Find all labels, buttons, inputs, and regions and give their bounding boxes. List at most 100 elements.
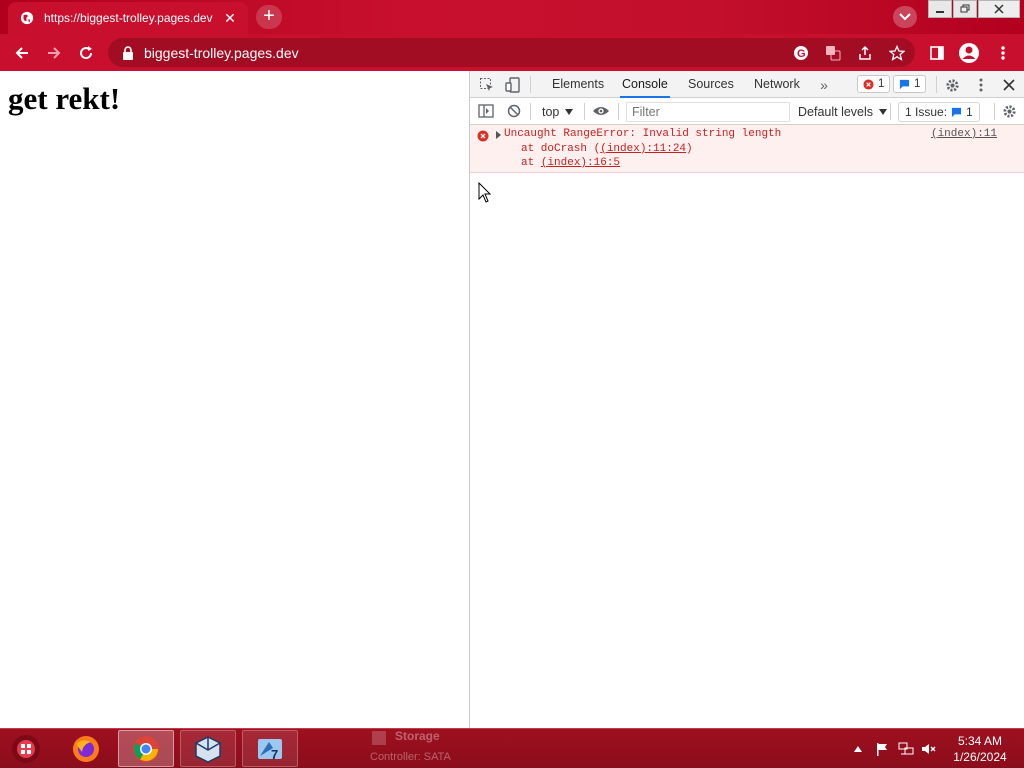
console-filter-input[interactable] xyxy=(626,102,790,122)
windows-taskbar: 7 Storage Controller: SATA 5:34 AM 1/26/… xyxy=(0,728,1024,768)
bookmark-star-icon[interactable] xyxy=(889,45,905,61)
error-count: 1 xyxy=(878,78,885,90)
chevron-down-icon xyxy=(899,13,911,21)
error-source-link[interactable]: (index):11 xyxy=(931,128,997,140)
forward-button[interactable] xyxy=(42,41,66,65)
tab-title: https://biggest-trolley.pages.dev xyxy=(44,11,213,25)
clock-date: 1/26/2024 xyxy=(953,750,1007,764)
error-count-badge[interactable]: 1 xyxy=(857,75,891,93)
stack-frame-2: at (index):16:5 xyxy=(521,157,620,169)
taskbar-firefox[interactable] xyxy=(58,730,114,767)
arrow-left-icon xyxy=(15,47,28,59)
share-icon[interactable] xyxy=(857,45,873,61)
start-button[interactable] xyxy=(6,731,46,767)
taskbar-virtualbox[interactable] xyxy=(180,730,236,767)
dropdown-arrow-icon xyxy=(565,109,574,115)
translate-icon[interactable] xyxy=(825,45,841,61)
restore-icon xyxy=(960,4,970,13)
console-error-message[interactable]: Uncaught RangeError: Invalid string leng… xyxy=(470,125,1024,173)
taskbar-chrome[interactable] xyxy=(118,730,174,767)
browser-titlebar: https://biggest-trolley.pages.dev ✕ + xyxy=(0,0,1024,34)
stack-frame-1: at doCrash ((index):11:24) xyxy=(521,143,693,155)
tab-network[interactable]: Network xyxy=(752,71,802,98)
start-orb-icon xyxy=(12,735,40,763)
action-center-flag-icon[interactable] xyxy=(874,741,890,757)
devtools-tab-bar: Elements Console Sources Network » 1 1 xyxy=(470,71,1024,98)
firefox-icon xyxy=(73,735,99,762)
lock-icon xyxy=(123,45,133,60)
sidebar-toggle-icon[interactable] xyxy=(477,102,495,120)
issues-button[interactable]: 1 Issue: 1 xyxy=(898,102,980,122)
browser-tab[interactable]: https://biggest-trolley.pages.dev ✕ xyxy=(8,2,248,34)
context-value: top xyxy=(542,105,560,119)
tab-elements[interactable]: Elements xyxy=(550,71,606,98)
browser-toolbar: biggest-trolley.pages.dev G xyxy=(0,34,1024,71)
close-icon xyxy=(994,4,1004,14)
issues-label: 1 Issue: xyxy=(905,105,948,119)
tab-search-button[interactable] xyxy=(893,6,917,28)
window-close-button[interactable] xyxy=(978,0,1020,18)
reload-icon xyxy=(80,46,93,60)
clear-console-icon[interactable] xyxy=(505,102,523,120)
message-icon xyxy=(951,107,962,117)
tab-console[interactable]: Console xyxy=(620,71,670,98)
inspect-element-icon[interactable] xyxy=(478,76,496,94)
devtools-menu-icon[interactable] xyxy=(972,76,990,94)
dropdown-arrow-icon xyxy=(879,109,888,115)
kebab-menu-icon[interactable] xyxy=(992,42,1014,64)
issues-count: 1 xyxy=(966,105,973,119)
side-panel-icon[interactable] xyxy=(926,42,948,64)
message-icon xyxy=(899,79,910,89)
error-icon xyxy=(863,78,874,90)
new-tab-button[interactable]: + xyxy=(256,5,282,29)
expand-triangle-icon[interactable] xyxy=(496,131,501,139)
arrow-right-icon xyxy=(48,47,61,59)
tab-sources[interactable]: Sources xyxy=(686,71,736,98)
svg-text:7: 7 xyxy=(271,747,278,762)
stack-frame-2-link[interactable]: (index):16:5 xyxy=(541,157,620,169)
stack-frame-2-prefix: at xyxy=(521,157,541,169)
ghost-title: Storage xyxy=(395,729,440,743)
reload-button[interactable] xyxy=(74,41,98,65)
stack-frame-1-link[interactable]: (index):11:24 xyxy=(600,143,686,155)
live-expression-eye-icon[interactable] xyxy=(592,102,610,120)
error-text: Uncaught RangeError: Invalid string leng… xyxy=(504,128,782,140)
stack-frame-1-suffix: ) xyxy=(686,143,693,155)
ghost-subtitle: Controller: SATA xyxy=(370,751,451,763)
chrome-icon xyxy=(133,735,159,762)
mouse-cursor-icon xyxy=(478,182,492,203)
devtools-panel: Elements Console Sources Network » 1 1 t… xyxy=(469,71,1024,728)
back-button[interactable] xyxy=(10,41,34,65)
web-page-content: get rekt! xyxy=(0,71,469,728)
page-heading: get rekt! xyxy=(8,81,121,116)
taskbar-windows7-app[interactable]: 7 xyxy=(242,730,298,767)
message-count-badge[interactable]: 1 xyxy=(893,75,927,93)
windows7-app-icon: 7 xyxy=(258,738,282,762)
google-icon[interactable]: G xyxy=(793,45,809,61)
levels-value: Default levels xyxy=(798,105,874,119)
volume-muted-icon[interactable] xyxy=(921,741,937,757)
minimize-button[interactable] xyxy=(928,0,952,18)
settings-gear-icon[interactable] xyxy=(943,76,961,94)
close-icon[interactable]: ✕ xyxy=(222,10,238,26)
restore-button[interactable] xyxy=(953,0,977,18)
device-toolbar-icon[interactable] xyxy=(504,76,522,94)
address-bar[interactable]: biggest-trolley.pages.dev G xyxy=(108,38,915,67)
stack-frame-1-prefix: at doCrash ( xyxy=(521,143,601,155)
more-tabs-icon[interactable]: » xyxy=(815,76,833,94)
console-filter-bar: top Default levels 1 Issue: 1 xyxy=(470,98,1024,125)
network-icon[interactable] xyxy=(898,741,914,757)
clock-time: 5:34 AM xyxy=(957,734,1003,748)
close-devtools-icon[interactable] xyxy=(1000,76,1018,94)
show-hidden-icons-icon[interactable] xyxy=(850,741,866,757)
log-levels-select[interactable]: Default levels xyxy=(798,103,888,121)
globe-icon xyxy=(20,11,34,25)
background-window-ghost: Storage Controller: SATA xyxy=(362,729,662,768)
error-icon xyxy=(477,130,489,142)
profile-avatar-icon[interactable] xyxy=(958,42,980,64)
console-settings-gear-icon[interactable] xyxy=(1000,102,1018,120)
system-clock[interactable]: 5:34 AM 1/26/2024 xyxy=(940,733,1020,765)
context-select[interactable]: top xyxy=(542,103,574,121)
svg-text:G: G xyxy=(797,48,806,60)
virtualbox-icon xyxy=(195,735,221,763)
